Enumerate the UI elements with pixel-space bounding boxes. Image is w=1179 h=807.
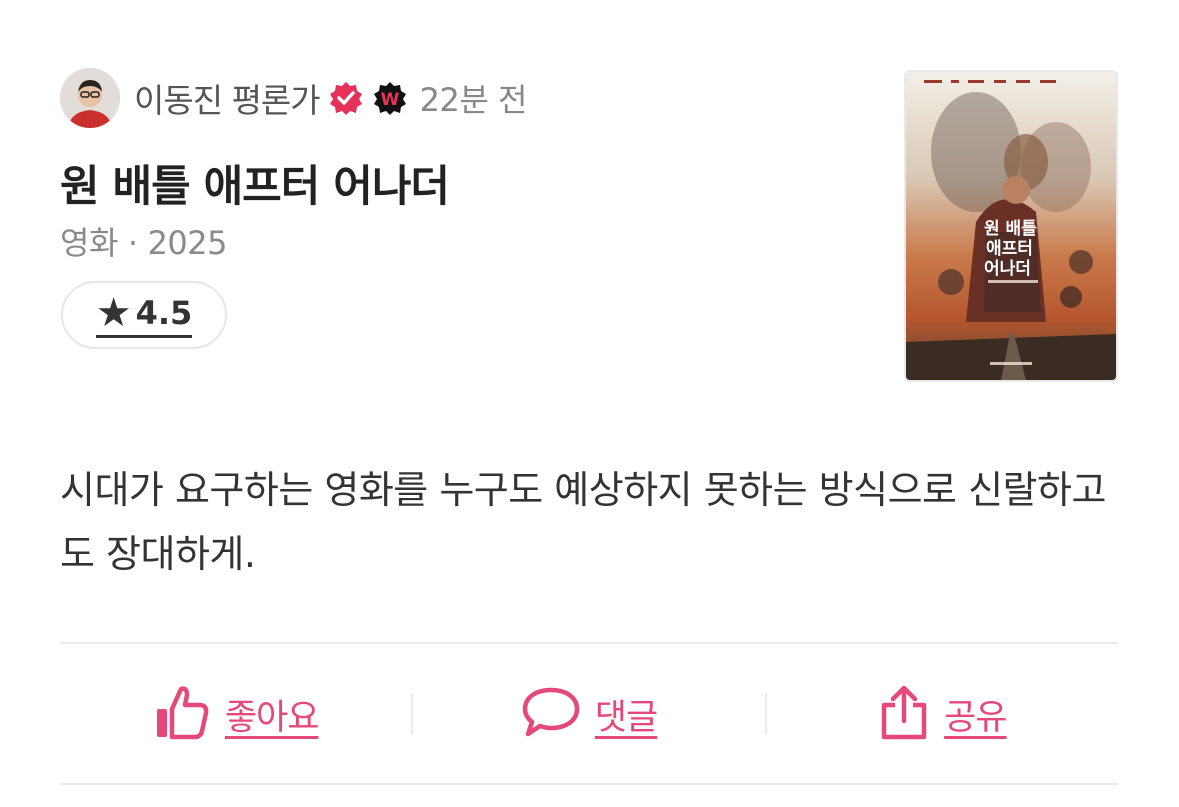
share-icon	[878, 683, 930, 745]
watcha-badge-letter: W	[380, 90, 399, 110]
comment-label: 댓글	[594, 697, 658, 738]
action-bar: 좋아요 댓글 공유	[60, 645, 1118, 783]
like-button[interactable]: 좋아요	[60, 683, 411, 745]
comment-button[interactable]: 댓글	[413, 685, 764, 743]
review-text[interactable]: 시대가 요구하는 영화를 누구도 예상하지 못하는 방식으로 신랄하고도 장대하…	[60, 458, 1120, 586]
author-name[interactable]: 이동진 평론가	[134, 74, 321, 122]
rating-value: 4.5	[135, 293, 193, 332]
poster-title-line3: 어나더	[984, 259, 1031, 279]
content-meta: 영화 · 2025	[60, 218, 228, 264]
review-header: 이동진 평론가 W 22분 전	[60, 68, 527, 128]
post-time: 22분 전	[419, 81, 528, 119]
divider	[60, 642, 1118, 644]
rating-pill[interactable]: ★ 4.5	[61, 281, 227, 349]
author-avatar[interactable]	[60, 68, 120, 128]
share-label: 공유	[944, 697, 1007, 738]
like-label: 좋아요	[224, 697, 320, 738]
verified-badge-icon	[328, 80, 364, 116]
divider	[60, 783, 1118, 785]
content-title[interactable]: 원 배틀 애프터 어나더	[60, 152, 450, 214]
movie-poster[interactable]: 원 배틀 애프터 어나더	[904, 70, 1118, 382]
content-category: 영화	[60, 224, 118, 262]
share-button[interactable]: 공유	[767, 683, 1118, 745]
watcha-badge-icon: W	[372, 80, 408, 116]
star-icon: ★	[95, 289, 132, 336]
poster-title-line1: 원 배틀	[984, 219, 1037, 239]
thumbs-up-icon	[153, 683, 211, 745]
speech-bubble-icon	[521, 685, 581, 743]
poster-title-line2: 애프터	[986, 239, 1033, 259]
content-year: 2025	[147, 224, 228, 262]
meta-separator: ·	[127, 224, 138, 262]
